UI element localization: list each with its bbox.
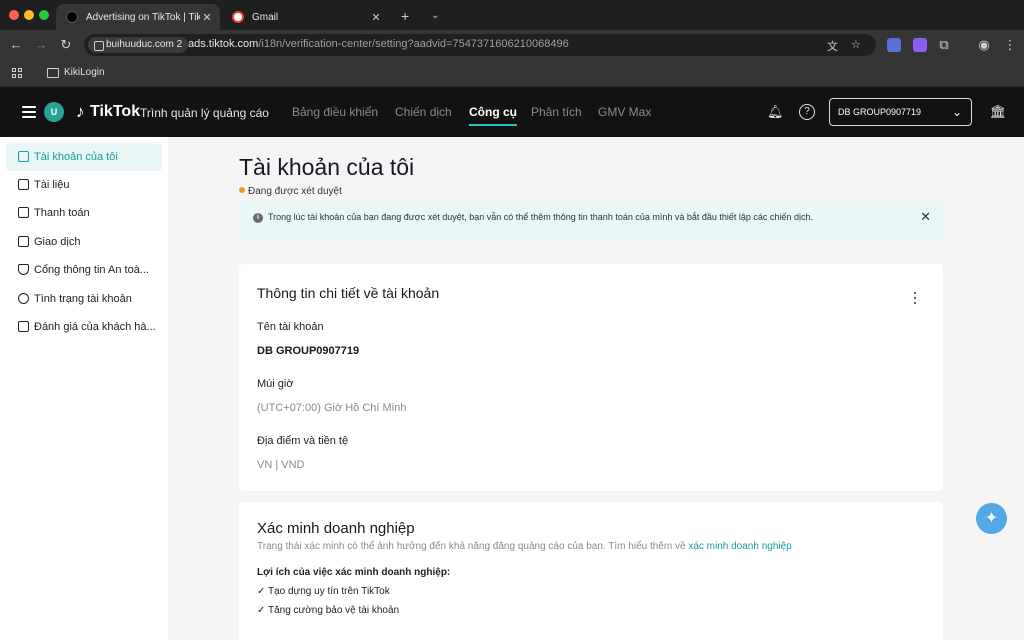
business-verification-description: Trạng thái xác minh có thể ảnh hưởng đến… xyxy=(257,541,792,552)
browser-toolbar: ← → ↻ buihuuduc.com 2 ads.tiktok.com/i18… xyxy=(0,30,1024,60)
benefits-title: Lợi ích của việc xác minh doanh nghiệp: xyxy=(257,567,451,578)
info-icon: i xyxy=(253,213,263,223)
info-banner: i Trong lúc tài khoản của bạn đang được … xyxy=(239,200,943,240)
id-card-icon xyxy=(18,151,29,162)
receipt-icon xyxy=(18,236,29,247)
review-status: Đang được xét duyệt xyxy=(239,186,342,197)
feedback-icon xyxy=(18,321,29,332)
location-currency-value: VN | VND xyxy=(257,459,305,471)
learn-more-link[interactable]: xác minh doanh nghiệp xyxy=(688,541,791,552)
sidebar-item-label: Tình trạng tài khoản xyxy=(34,293,132,305)
timezone-label: Múi giờ xyxy=(257,378,294,390)
tiktok-logo-icon: ♪ xyxy=(76,102,85,121)
window-zoom-button[interactable] xyxy=(39,10,49,20)
close-tab-icon[interactable]: ✕ xyxy=(368,11,384,24)
nav-tools[interactable]: Công cụ xyxy=(469,105,517,126)
business-verification-card: Xác minh doanh nghiệp Trạng thái xác min… xyxy=(239,502,943,640)
translate-icon[interactable]: 文 xyxy=(827,38,838,54)
sidebar-item-payment[interactable]: Thanh toán xyxy=(6,199,162,227)
tiktok-header: U ♪ TikTok Trình quản lý quảng cáo Bảng … xyxy=(0,87,1024,137)
address-bar[interactable]: buihuuduc.com 2 ads.tiktok.com/i18n/veri… xyxy=(84,34,876,56)
chevron-down-icon: ⌄ xyxy=(951,105,962,119)
forward-arrow-icon[interactable]: → xyxy=(33,37,49,52)
sidebar-item-transactions[interactable]: Giao dịch xyxy=(6,228,162,256)
sidebar-item-label: Tài liệu xyxy=(34,179,70,191)
status-badge: Đang được xét duyệt xyxy=(248,186,342,197)
browser-tab-tiktok[interactable]: Advertising on TikTok | TikTok ✕ xyxy=(56,4,220,30)
browser-tab-strip: Advertising on TikTok | TikTok ✕ Gmail ✕… xyxy=(0,0,1024,30)
nav-campaigns[interactable]: Chiến dịch xyxy=(395,105,452,119)
sidebar-item-customer-feedback[interactable]: Đánh giá của khách hà... xyxy=(6,313,162,341)
bookmark-star-icon[interactable]: ☆ xyxy=(851,38,861,51)
sidebar-item-label: Đánh giá của khách hà... xyxy=(34,321,156,333)
back-arrow-icon[interactable]: ← xyxy=(8,37,24,52)
business-verification-title: Xác minh doanh nghiệp xyxy=(257,520,415,537)
ai-assistant-sparkle-icon[interactable] xyxy=(976,503,1007,534)
new-tab-icon[interactable]: + xyxy=(401,8,409,24)
apps-grid-icon[interactable] xyxy=(12,68,23,79)
window-minimize-button[interactable] xyxy=(24,10,34,20)
folder-icon xyxy=(47,68,59,78)
account-selector[interactable]: DB GROUP0907719 ⌄ xyxy=(829,98,972,126)
nav-analytics[interactable]: Phân tích xyxy=(531,105,582,119)
bookmark-kikilogin[interactable]: KikiLogin xyxy=(64,67,105,78)
sidebar-item-label: Thanh toán xyxy=(34,207,90,219)
nav-gmv-max[interactable]: GMV Max xyxy=(598,105,651,119)
bell-icon[interactable]: 🔔︎ xyxy=(767,104,784,120)
site-info-chip[interactable]: buihuuduc.com 2 xyxy=(88,37,189,53)
bookmarks-bar: KikiLogin xyxy=(0,60,1024,87)
account-details-card: Thông tin chi tiết về tài khoản Tên tài … xyxy=(239,264,943,491)
brand-name: TikTok xyxy=(90,103,141,120)
tab-search-chevron-icon[interactable]: ⌄ xyxy=(431,10,439,21)
url-text: ads.tiktok.com/i18n/verification-center/… xyxy=(188,38,569,50)
tab-title: Gmail xyxy=(252,11,279,23)
extension-purple-icon[interactable] xyxy=(913,38,927,52)
document-icon xyxy=(18,179,29,190)
avatar[interactable]: U xyxy=(44,102,64,122)
benefit-item: ✓ Tạo dựng uy tín trên TikTok xyxy=(257,586,390,597)
google-favicon-icon xyxy=(232,11,244,23)
shield-icon xyxy=(18,264,29,275)
help-icon[interactable]: ? xyxy=(799,104,815,120)
hamburger-menu-icon[interactable] xyxy=(22,106,36,118)
account-name-label: Tên tài khoản xyxy=(257,321,324,333)
wallet-icon xyxy=(18,207,29,218)
sidebar-item-account-status[interactable]: Tình trạng tài khoản xyxy=(6,285,162,313)
sidebar: Tài khoản của tôi Tài liệu Thanh toán Gi… xyxy=(0,137,168,640)
extensions-puzzle-icon[interactable]: ⧉ xyxy=(936,37,952,53)
account-selector-value: DB GROUP0907719 xyxy=(838,107,922,117)
nav-dashboard[interactable]: Bảng điều khiển xyxy=(292,105,378,119)
close-tab-icon[interactable]: ✕ xyxy=(200,11,214,24)
more-options-icon[interactable] xyxy=(913,292,917,304)
account-name-value: DB GROUP0907719 xyxy=(257,345,360,357)
extension-shield-icon[interactable] xyxy=(887,38,901,52)
browser-tab-gmail[interactable]: Gmail ✕ xyxy=(222,4,390,30)
benefit-item: ✓ Tăng cường bảo vệ tài khoản xyxy=(257,605,400,616)
reload-icon[interactable]: ↻ xyxy=(58,37,74,53)
sidebar-item-my-account[interactable]: Tài khoản của tôi xyxy=(6,143,162,171)
sidebar-item-label: Cổng thông tin An toà... xyxy=(34,264,149,276)
browser-menu-icon[interactable]: ⋮ xyxy=(1002,37,1018,53)
tiktok-favicon-icon xyxy=(66,11,78,23)
sidebar-item-safety-portal[interactable]: Cổng thông tin An toà... xyxy=(6,256,162,284)
status-dot-icon xyxy=(239,187,245,193)
account-details-title: Thông tin chi tiết về tài khoản xyxy=(257,285,440,301)
info-banner-text: Trong lúc tài khoản của bạn đang được xé… xyxy=(268,212,813,222)
sidebar-item-label: Giao dịch xyxy=(34,236,81,248)
timezone-value: (UTC+07:00) Giờ Hồ Chí Minh xyxy=(257,402,407,414)
page-title: Tài khoản của tôi xyxy=(239,154,415,180)
window-close-button[interactable] xyxy=(9,10,19,20)
profile-icon[interactable]: ◉ xyxy=(976,37,992,53)
sidebar-item-label: Tài khoản của tôi xyxy=(34,151,118,163)
tab-title: Advertising on TikTok | TikTok xyxy=(86,11,201,23)
product-subtitle: Trình quản lý quảng cáo xyxy=(140,106,269,120)
close-icon[interactable]: ✕ xyxy=(920,209,931,225)
sidebar-item-documents[interactable]: Tài liệu xyxy=(6,171,162,199)
stethoscope-icon xyxy=(18,293,29,304)
location-currency-label: Địa điểm và tiền tệ xyxy=(257,435,349,447)
business-center-icon[interactable]: 🏛︎ xyxy=(989,104,1007,120)
